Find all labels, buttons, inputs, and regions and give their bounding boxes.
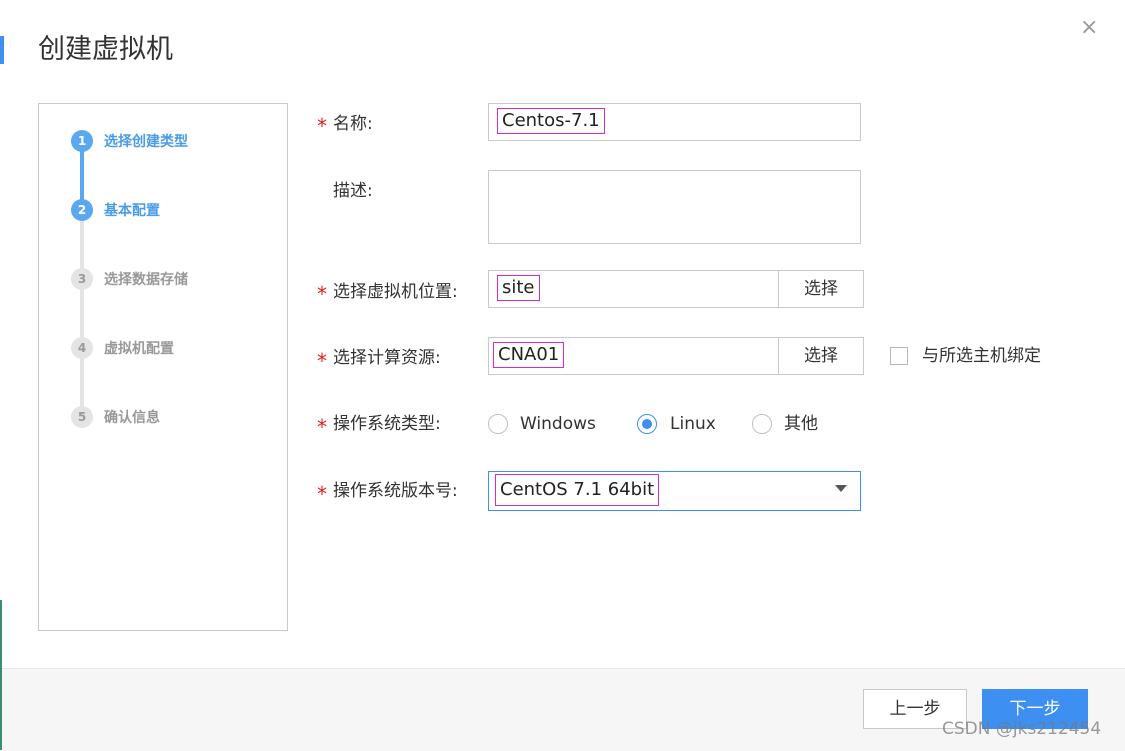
- title-accent-bar: [0, 36, 4, 64]
- step-5-dot: 5: [71, 406, 93, 428]
- description-textarea[interactable]: [488, 170, 861, 244]
- bind-host-label[interactable]: 与所选主机绑定: [922, 345, 1041, 367]
- required-mark: *: [317, 415, 327, 439]
- os-version-value: CentOS 7.1 64bit: [495, 474, 660, 506]
- step-1-dot: 1: [71, 130, 93, 152]
- compute-input[interactable]: CNA01: [488, 337, 779, 375]
- step-2-label[interactable]: 基本配置: [104, 201, 160, 221]
- radio-windows[interactable]: [488, 414, 508, 434]
- name-input[interactable]: Centos-7.1: [488, 103, 861, 141]
- compute-choose-button[interactable]: 选择: [778, 337, 864, 375]
- required-mark: *: [317, 114, 327, 138]
- bind-host-checkbox[interactable]: [890, 347, 908, 365]
- os-version-label: 操作系统版本号:: [333, 481, 458, 501]
- watermark: CSDN @jks212454: [942, 719, 1102, 739]
- radio-windows-label[interactable]: Windows: [520, 413, 596, 435]
- location-value: site: [497, 275, 540, 301]
- dialog-title: 创建虚拟机: [38, 34, 173, 65]
- wizard-steps-panel: [38, 103, 288, 631]
- radio-other[interactable]: [752, 414, 772, 434]
- name-value: Centos-7.1: [497, 108, 605, 134]
- chevron-down-icon[interactable]: [835, 485, 847, 492]
- location-label: 选择虚拟机位置:: [333, 282, 458, 302]
- step-4-label: 虚拟机配置: [104, 341, 174, 357]
- create-vm-dialog: 创建虚拟机 × 1 选择创建类型 2 基本配置 3 选择数据存储 4 虚拟机配置…: [0, 0, 1125, 751]
- step-3-dot: 3: [71, 268, 93, 290]
- required-mark: *: [317, 482, 327, 506]
- required-mark: *: [317, 282, 327, 306]
- os-version-select[interactable]: CentOS 7.1 64bit: [488, 471, 861, 511]
- name-label: 名称:: [333, 114, 373, 134]
- os-type-label: 操作系统类型:: [333, 414, 441, 434]
- step-4-dot: 4: [71, 337, 93, 359]
- step-2-dot: 2: [71, 199, 93, 221]
- description-label: 描述:: [333, 181, 373, 201]
- step-1-label[interactable]: 选择创建类型: [104, 132, 188, 152]
- location-choose-button[interactable]: 选择: [778, 270, 864, 308]
- required-mark: *: [317, 349, 327, 373]
- step-3-label: 选择数据存储: [104, 272, 188, 288]
- background-edge: [0, 600, 2, 750]
- compute-label: 选择计算资源:: [333, 348, 441, 368]
- compute-value: CNA01: [493, 342, 565, 368]
- step-5-label: 确认信息: [104, 410, 160, 426]
- location-input[interactable]: site: [488, 270, 779, 308]
- radio-other-label[interactable]: 其他: [784, 413, 818, 435]
- radio-linux[interactable]: [637, 414, 657, 434]
- radio-linux-label[interactable]: Linux: [670, 413, 716, 435]
- close-icon[interactable]: ×: [1080, 16, 1098, 40]
